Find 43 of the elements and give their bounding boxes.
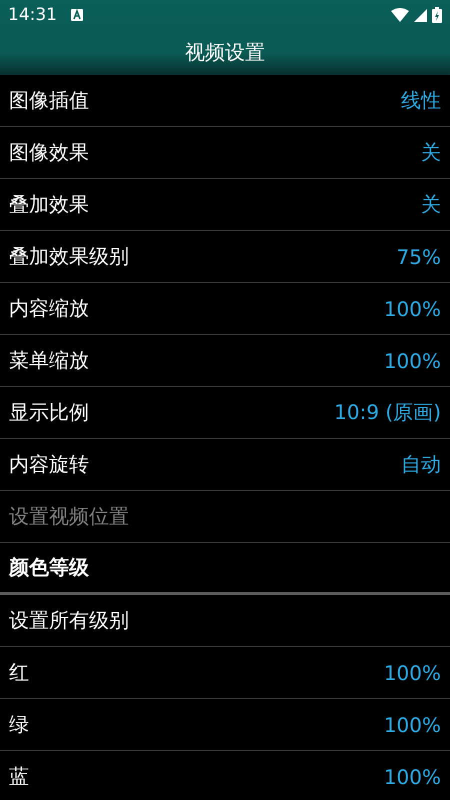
wifi-icon xyxy=(391,8,409,22)
setting-label: 绿 xyxy=(9,711,29,738)
setting-row[interactable]: 内容旋转 自动 xyxy=(0,439,450,491)
setting-label: 叠加效果 xyxy=(9,191,89,218)
setting-value: 100% xyxy=(384,712,441,736)
setting-value: 100% xyxy=(384,660,441,684)
section-header: 颜色等级 xyxy=(9,554,89,581)
setting-value: 线性 xyxy=(401,87,441,114)
setting-row[interactable]: 叠加效果级别 75% xyxy=(0,231,450,283)
setting-value: 100% xyxy=(384,764,441,788)
status-time: 14:31 xyxy=(8,5,57,25)
setting-row[interactable]: 显示比例 10:9 (原画) xyxy=(0,387,450,439)
setting-value: 100% xyxy=(384,296,441,320)
setting-label: 菜单缩放 xyxy=(9,347,89,374)
setting-row[interactable]: 蓝 100% xyxy=(0,751,450,800)
setting-label: 内容旋转 xyxy=(9,451,89,478)
setting-row[interactable]: 叠加效果 关 xyxy=(0,179,450,231)
setting-label: 显示比例 xyxy=(9,399,89,426)
battery-charging-icon xyxy=(432,7,442,23)
setting-label: 设置视频位置 xyxy=(9,503,129,530)
setting-label: 叠加效果级别 xyxy=(9,243,129,270)
signal-icon xyxy=(414,8,427,22)
setting-value: 10:9 (原画) xyxy=(334,399,441,426)
setting-value: 自动 xyxy=(401,451,441,478)
setting-label: 图像效果 xyxy=(9,139,89,166)
setting-label: 蓝 xyxy=(9,763,29,790)
keyboard-app-icon xyxy=(71,9,83,21)
setting-row[interactable]: 设置所有级别 xyxy=(0,595,450,647)
setting-label: 内容缩放 xyxy=(9,295,89,322)
setting-value: 关 xyxy=(421,139,441,166)
setting-row[interactable]: 菜单缩放 100% xyxy=(0,335,450,387)
setting-label: 图像插值 xyxy=(9,87,89,114)
setting-value: 75% xyxy=(396,244,441,268)
setting-value: 100% xyxy=(384,348,441,372)
setting-row[interactable]: 红 100% xyxy=(0,647,450,699)
setting-label: 设置所有级别 xyxy=(9,607,129,634)
setting-row[interactable]: 图像效果 关 xyxy=(0,127,450,179)
setting-row[interactable]: 内容缩放 100% xyxy=(0,283,450,335)
setting-row[interactable]: 绿 100% xyxy=(0,699,450,751)
screen-title: 视频设置 xyxy=(185,39,265,66)
setting-label: 红 xyxy=(9,659,29,686)
setting-value: 关 xyxy=(421,191,441,218)
setting-row[interactable]: 图像插值 线性 xyxy=(0,75,450,127)
